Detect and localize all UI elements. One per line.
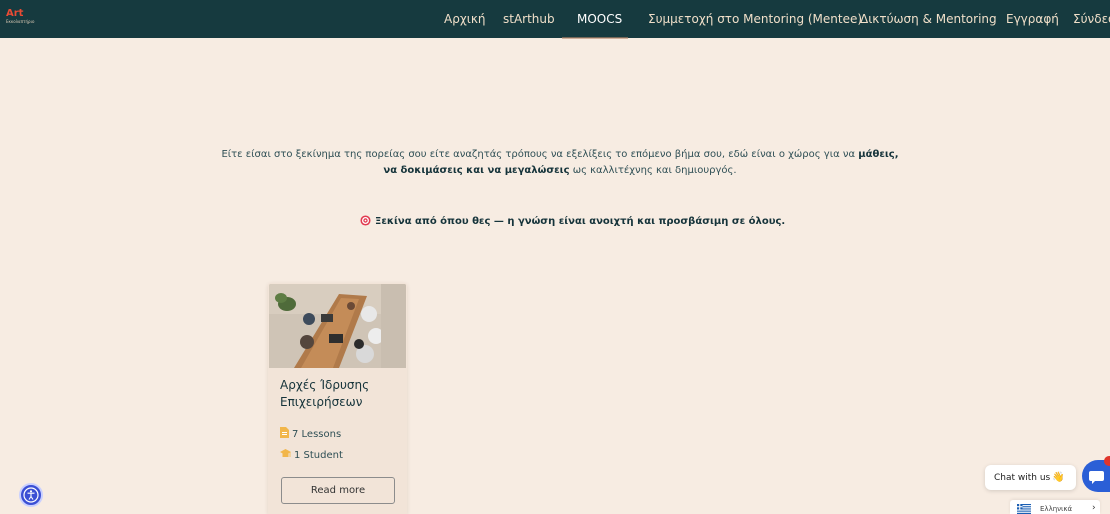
tagline: Ξεκίνα από όπου θες — η γνώση είναι ανοι… [360, 215, 785, 229]
course-students: 1 Student [280, 448, 343, 462]
intro-text-1: Είτε είσαι στο ξεκίνημα της πορείας σου … [221, 149, 859, 160]
nav-item-starthub[interactable]: stArthub [503, 12, 555, 26]
nav-item-home[interactable]: Αρχική [444, 12, 486, 26]
course-title[interactable]: Αρχές Ίδρυσης Επιχειρήσεων [280, 377, 398, 411]
tagline-text: Ξεκίνα από όπου θες — η γνώση είναι ανοι… [375, 216, 786, 227]
intro-paragraph: Είτε είσαι στο ξεκίνημα της πορείας σου … [215, 147, 905, 179]
nav-item-networking-mentoring[interactable]: Δικτύωση & Mentoring [860, 12, 997, 26]
nav-item-register[interactable]: Εγγραφή [1006, 12, 1059, 26]
student-cap-icon [280, 449, 291, 457]
nav-item-login[interactable]: Σύνδεση [1073, 12, 1110, 26]
logo-subtext: Εκκολαπτήριο [6, 19, 35, 24]
read-more-button[interactable]: Read more [281, 477, 395, 504]
nav-item-mentoring-mentee[interactable]: Συμμετοχή στο Mentoring (Mentee) [648, 12, 862, 26]
course-lessons: 7 Lessons [280, 427, 341, 441]
intro-text-2: ως καλλιτέχνης και δημιουργός. [569, 165, 737, 176]
accessibility-icon [23, 487, 39, 503]
chevron-right-icon: › [1092, 503, 1096, 513]
chat-label: Chat with us [994, 473, 1051, 483]
document-icon [280, 427, 289, 438]
language-label: Ελληνικά [1040, 505, 1073, 513]
greek-flag-icon [1017, 504, 1031, 514]
team-meeting-photo [269, 284, 406, 368]
logo-text: Art [6, 8, 24, 19]
lessons-count: 7 Lessons [292, 429, 342, 440]
chat-notification-badge [1104, 456, 1110, 466]
target-icon [360, 215, 371, 226]
nav-item-moocs[interactable]: MOOCS [577, 12, 622, 26]
top-navbar: Art Εκκολαπτήριο Αρχική stArthub MOOCS Σ… [0, 0, 1110, 38]
students-count: 1 Student [294, 450, 343, 461]
chat-prompt[interactable]: Chat with us 👋 [985, 465, 1076, 490]
wave-emoji: 👋 [1052, 472, 1065, 483]
course-image[interactable] [269, 284, 406, 368]
language-switcher[interactable]: Ελληνικά › [1010, 500, 1100, 514]
nav-active-indicator [562, 37, 628, 39]
accessibility-button[interactable] [19, 483, 43, 507]
site-logo[interactable]: Art Εκκολαπτήριο [6, 9, 36, 27]
